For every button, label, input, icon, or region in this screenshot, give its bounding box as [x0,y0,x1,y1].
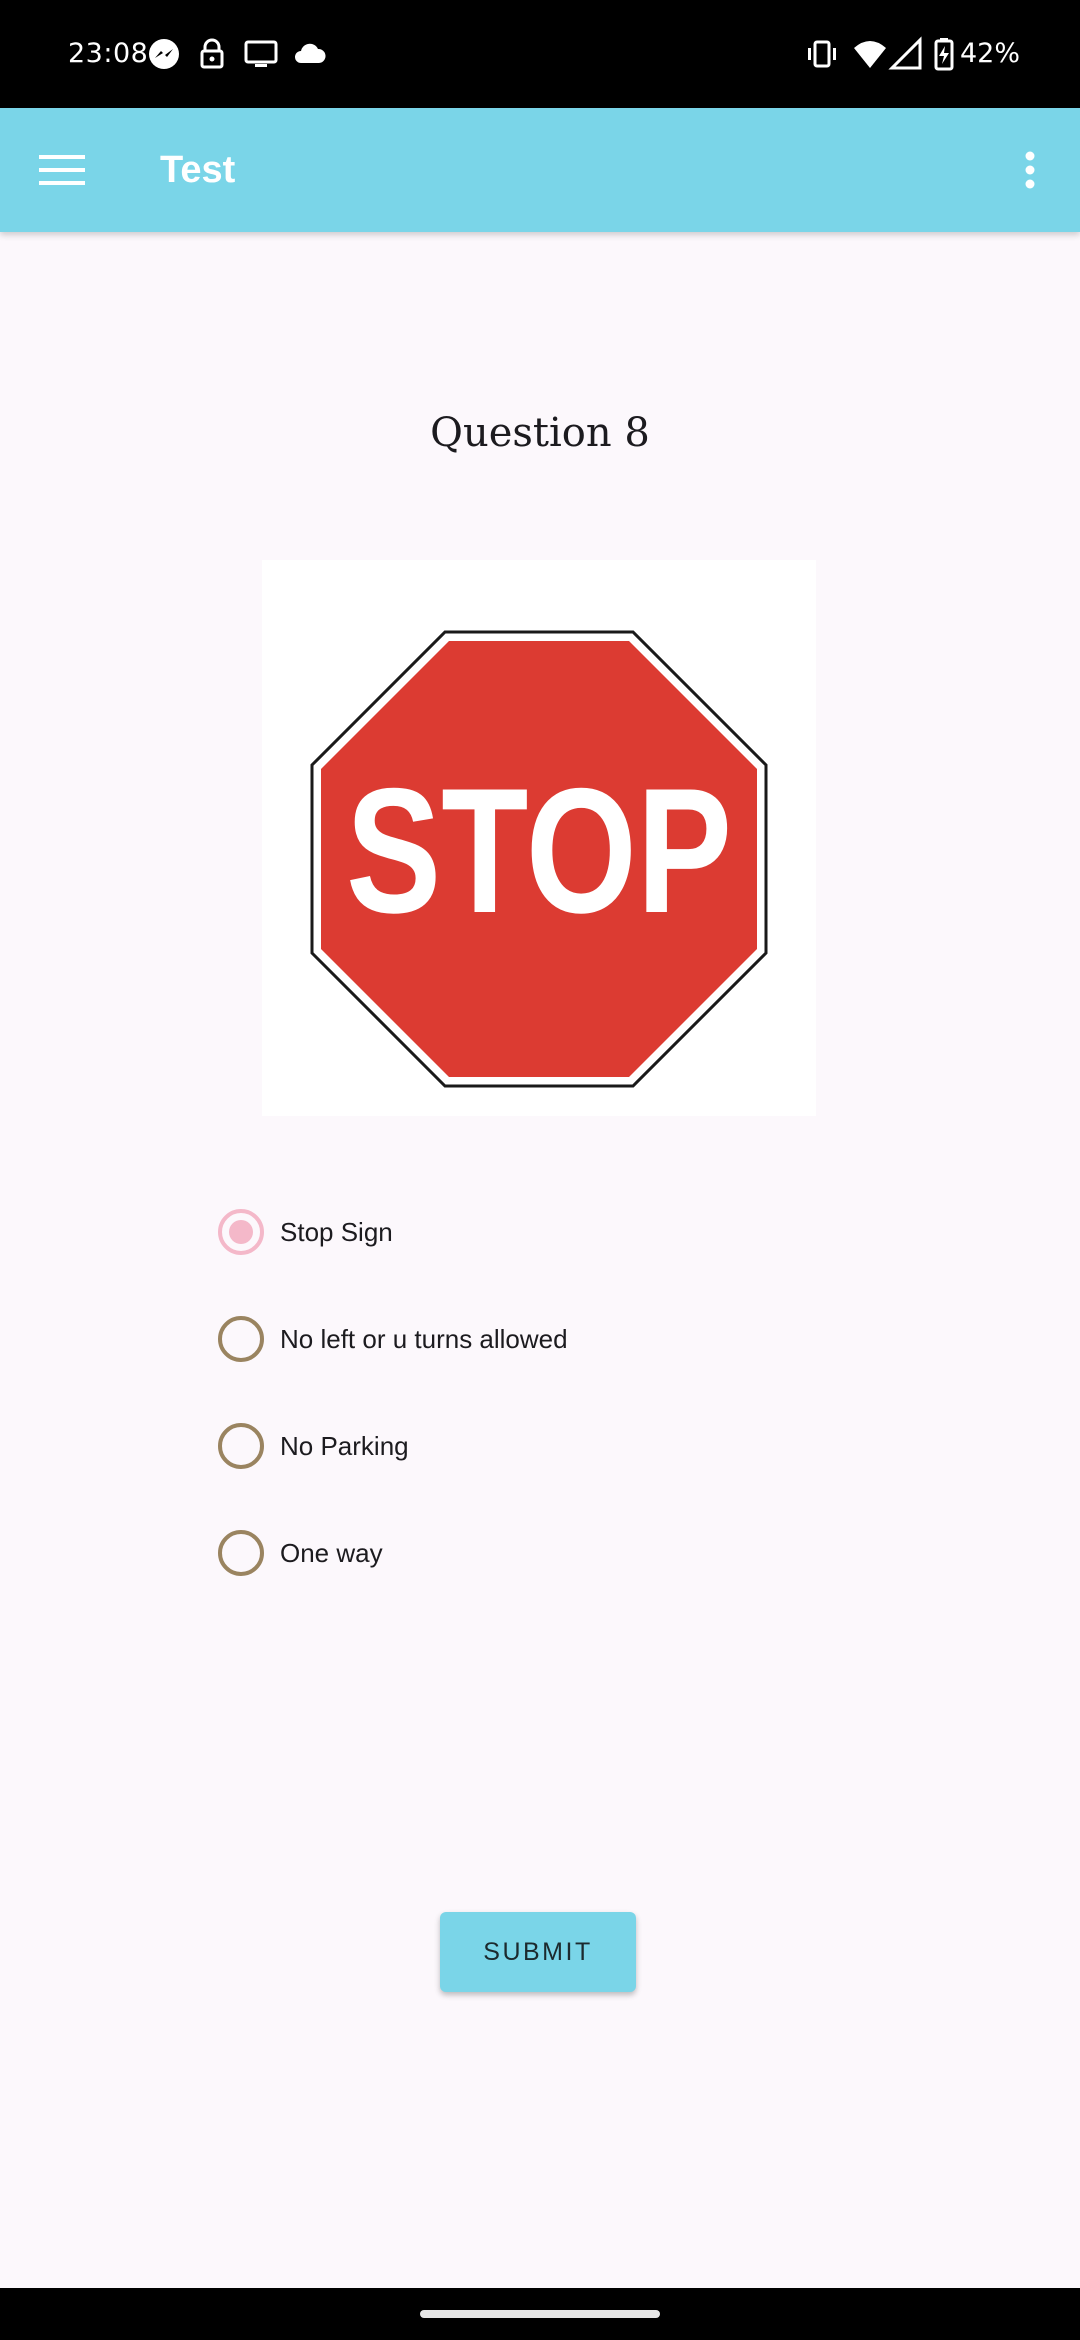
question-image: STOP [262,560,816,1116]
option-label: One way [280,1537,383,1568]
lock-icon [200,38,224,69]
overflow-menu-button[interactable] [1000,130,1060,210]
wifi-icon [854,41,886,68]
signal-icon [888,36,922,70]
menu-button[interactable] [22,130,102,210]
option-label: No left or u turns allowed [280,1323,568,1354]
option-one-way[interactable]: One way [212,1513,912,1593]
radio-button-selected[interactable] [218,1209,264,1255]
stop-sign-icon: STOP [310,630,768,1088]
radio-button[interactable] [218,1423,264,1469]
status-time: 23:08 [68,38,149,69]
radio-button[interactable] [218,1530,264,1576]
cloud-icon [295,43,326,63]
option-label: No Parking [280,1430,409,1461]
hamburger-menu-icon [39,155,85,185]
messenger-icon [149,39,179,69]
app-title: Test [160,149,236,191]
option-no-left-or-u-turns[interactable]: No left or u turns allowed [212,1299,912,1379]
radio-button[interactable] [218,1316,264,1362]
vibrate-icon [808,40,836,68]
question-title: Question 8 [430,410,650,456]
option-stop-sign[interactable]: Stop Sign [212,1192,912,1272]
home-indicator[interactable] [420,2310,660,2318]
status-bar: 23:08 42% [0,0,1080,108]
navigation-bar [0,2288,1080,2340]
option-no-parking[interactable]: No Parking [212,1406,912,1486]
app-bar: Test [0,108,1080,232]
cast-icon [244,40,278,67]
more-vert-icon [1025,151,1035,189]
battery-percentage: 42% [960,38,1021,69]
stop-sign-text: STOP [346,751,732,950]
submit-button[interactable]: SUBMIT [440,1912,636,1992]
battery-charging-icon [934,38,954,71]
option-label: Stop Sign [280,1216,393,1247]
